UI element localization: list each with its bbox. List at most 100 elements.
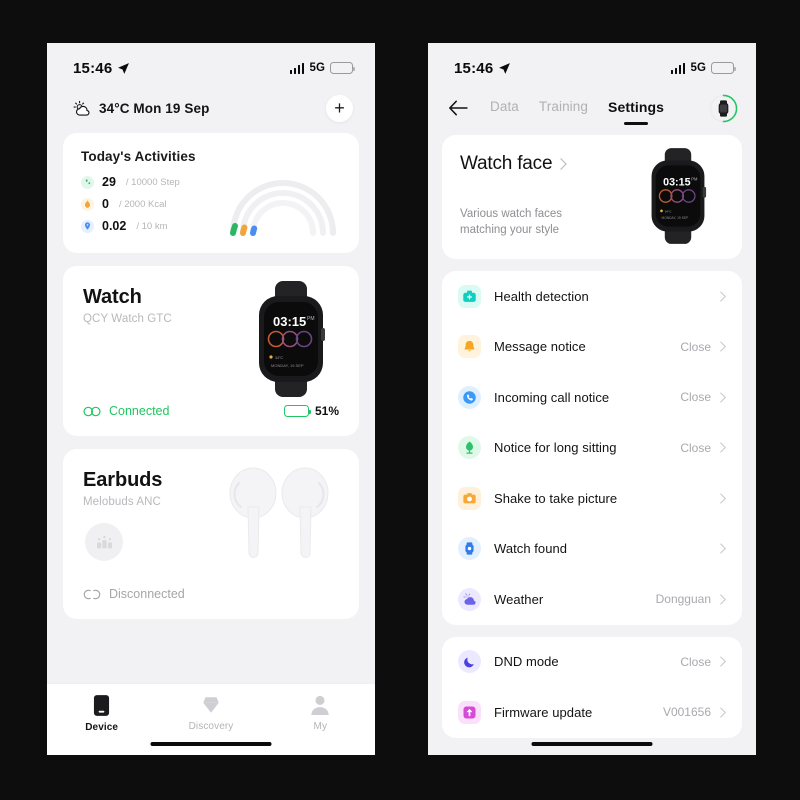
setting-notice-for-long-sitting[interactable]: Notice for long sitting Close bbox=[442, 423, 742, 474]
settings-tabs: Data Training Settings bbox=[490, 99, 664, 118]
setting-value: Close bbox=[680, 440, 711, 455]
setting-health-detection[interactable]: Health detection bbox=[442, 271, 742, 322]
svg-text:34°C: 34°C bbox=[275, 356, 283, 360]
chevron-right-icon bbox=[720, 543, 726, 554]
setting-value: Close bbox=[680, 390, 711, 405]
earbuds-case-icon bbox=[85, 523, 123, 561]
setting-label: Weather bbox=[494, 591, 544, 607]
earbuds-image bbox=[229, 467, 329, 558]
tab-data[interactable]: Data bbox=[490, 99, 519, 117]
sun-cloud-icon bbox=[73, 100, 90, 116]
signal-bars-icon bbox=[289, 62, 305, 74]
setting-value: V001656 bbox=[662, 705, 711, 720]
add-device-button[interactable]: + bbox=[326, 94, 353, 122]
watch-connection-status: Connected bbox=[83, 404, 169, 418]
settings-top-nav: Data Training Settings bbox=[428, 85, 756, 131]
setting-value: Close bbox=[680, 339, 711, 354]
health-kit-icon bbox=[458, 284, 481, 308]
svg-text:PM: PM bbox=[307, 316, 315, 322]
watch-device-card[interactable]: Watch QCY Watch GTC 03:15 PM 34°C MONDAY… bbox=[63, 266, 359, 436]
chevron-right-icon bbox=[720, 707, 726, 718]
setting-dnd-mode[interactable]: DND mode Close bbox=[442, 637, 742, 688]
back-button[interactable] bbox=[448, 100, 472, 116]
chevron-right-icon bbox=[560, 158, 568, 170]
setting-shake-to-take-picture[interactable]: Shake to take picture bbox=[442, 473, 742, 524]
watch-face-title: Watch face bbox=[460, 153, 553, 174]
battery-icon bbox=[330, 62, 356, 74]
setting-label: Notice for long sitting bbox=[494, 440, 617, 456]
watch-status-label: Connected bbox=[109, 404, 170, 418]
status-bar-right: 15:46 5G bbox=[428, 43, 756, 85]
earbuds-connection-status: Disconnected bbox=[83, 587, 185, 601]
screenshot-stage: 15:46 5G 34°C Mon 19 Sep + Today's Activ… bbox=[0, 0, 800, 800]
watch-card-footer: Connected 51% bbox=[83, 404, 339, 418]
earbuds-device-card[interactable]: Earbuds Melobuds ANC Disconnected bbox=[63, 449, 359, 619]
bottom-tab-bar: Device Discovery My bbox=[47, 683, 375, 755]
activity-value: 0.02 bbox=[102, 219, 127, 233]
tab-device-label: Device bbox=[85, 722, 119, 733]
battery-icon bbox=[711, 62, 737, 74]
activity-goal: / 10000 Step bbox=[125, 176, 180, 188]
find-watch-icon bbox=[458, 537, 481, 561]
smartwatch-image: 03:15 PM 34°C MONDAY, 19 SEP bbox=[259, 281, 325, 397]
camera-icon bbox=[458, 486, 481, 510]
link-broken-icon bbox=[83, 589, 101, 599]
settings-scroll-area[interactable]: Watch face Various watch faces matching … bbox=[428, 131, 756, 755]
activities-title: Today's Activities bbox=[81, 149, 196, 164]
settings-list-group-1: Health detection Message notice Close In… bbox=[442, 271, 742, 625]
home-indicator bbox=[531, 741, 653, 746]
setting-watch-found[interactable]: Watch found bbox=[442, 524, 742, 575]
diamond-icon bbox=[203, 697, 219, 713]
setting-firmware-update[interactable]: Firmware update V001656 bbox=[442, 687, 742, 738]
activity-goal: / 2000 Kcal bbox=[118, 198, 167, 210]
activity-goal: / 10 km bbox=[136, 220, 168, 232]
tab-discovery[interactable]: Discovery bbox=[156, 694, 265, 732]
back-arrow-icon bbox=[449, 100, 468, 116]
earbuds-status-label: Disconnected bbox=[109, 587, 185, 601]
svg-text:03:15: 03:15 bbox=[663, 176, 690, 188]
chevron-right-icon bbox=[720, 341, 726, 352]
setting-incoming-call-notice[interactable]: Incoming call notice Close bbox=[442, 372, 742, 423]
tab-discovery-label: Discovery bbox=[188, 721, 234, 732]
person-icon bbox=[311, 695, 329, 715]
weather-row: 34°C Mon 19 Sep + bbox=[47, 85, 375, 129]
network-label: 5G bbox=[309, 62, 325, 74]
watch-avatar-icon[interactable] bbox=[709, 94, 738, 123]
tab-training[interactable]: Training bbox=[539, 99, 588, 117]
setting-label: Firmware update bbox=[494, 704, 593, 720]
setting-value: Dongguan bbox=[655, 592, 711, 607]
phone-left-device-home: 15:46 5G 34°C Mon 19 Sep + Today's Activ… bbox=[47, 43, 375, 755]
chevron-right-icon bbox=[720, 291, 726, 302]
setting-message-notice[interactable]: Message notice Close bbox=[442, 322, 742, 373]
svg-text:34°C: 34°C bbox=[665, 210, 672, 214]
activity-rings-graphic bbox=[230, 180, 336, 236]
bell-icon bbox=[458, 335, 481, 359]
location-arrow-icon bbox=[499, 62, 511, 74]
device-icon bbox=[94, 695, 110, 716]
flame-icon bbox=[81, 197, 94, 211]
status-time: 15:46 bbox=[454, 59, 494, 77]
chevron-right-icon bbox=[720, 392, 726, 403]
settings-list-group-2: DND mode Close Firmware update V001656 bbox=[442, 636, 742, 738]
watch-face-preview-image: 03:15 PM 34°C MONDAY, 19 SEP bbox=[651, 148, 707, 244]
plus-icon: + bbox=[334, 98, 345, 118]
activity-value: 0 bbox=[102, 197, 109, 211]
svg-text:MONDAY, 19 SEP: MONDAY, 19 SEP bbox=[271, 363, 304, 368]
watch-face-card[interactable]: Watch face Various watch faces matching … bbox=[442, 135, 742, 259]
chevron-right-icon bbox=[720, 656, 726, 667]
status-time: 15:46 bbox=[73, 59, 113, 77]
home-scroll-area[interactable]: Today's Activities 29 / 10000 Step 0 / 2… bbox=[47, 129, 375, 683]
tab-my-label: My bbox=[313, 721, 328, 732]
setting-weather[interactable]: Weather Dongguan bbox=[442, 574, 742, 625]
tab-my[interactable]: My bbox=[266, 694, 375, 732]
activity-value: 29 bbox=[102, 175, 116, 189]
tab-settings[interactable]: Settings bbox=[608, 99, 664, 118]
network-label: 5G bbox=[690, 62, 706, 74]
tab-device[interactable]: Device bbox=[47, 694, 156, 733]
location-arrow-icon bbox=[118, 62, 130, 74]
todays-activities-card[interactable]: Today's Activities 29 / 10000 Step 0 / 2… bbox=[63, 133, 359, 253]
chevron-right-icon bbox=[720, 594, 726, 605]
watch-battery: 51% bbox=[283, 404, 339, 418]
svg-text:PM: PM bbox=[691, 176, 698, 181]
chevron-right-icon bbox=[720, 493, 726, 504]
